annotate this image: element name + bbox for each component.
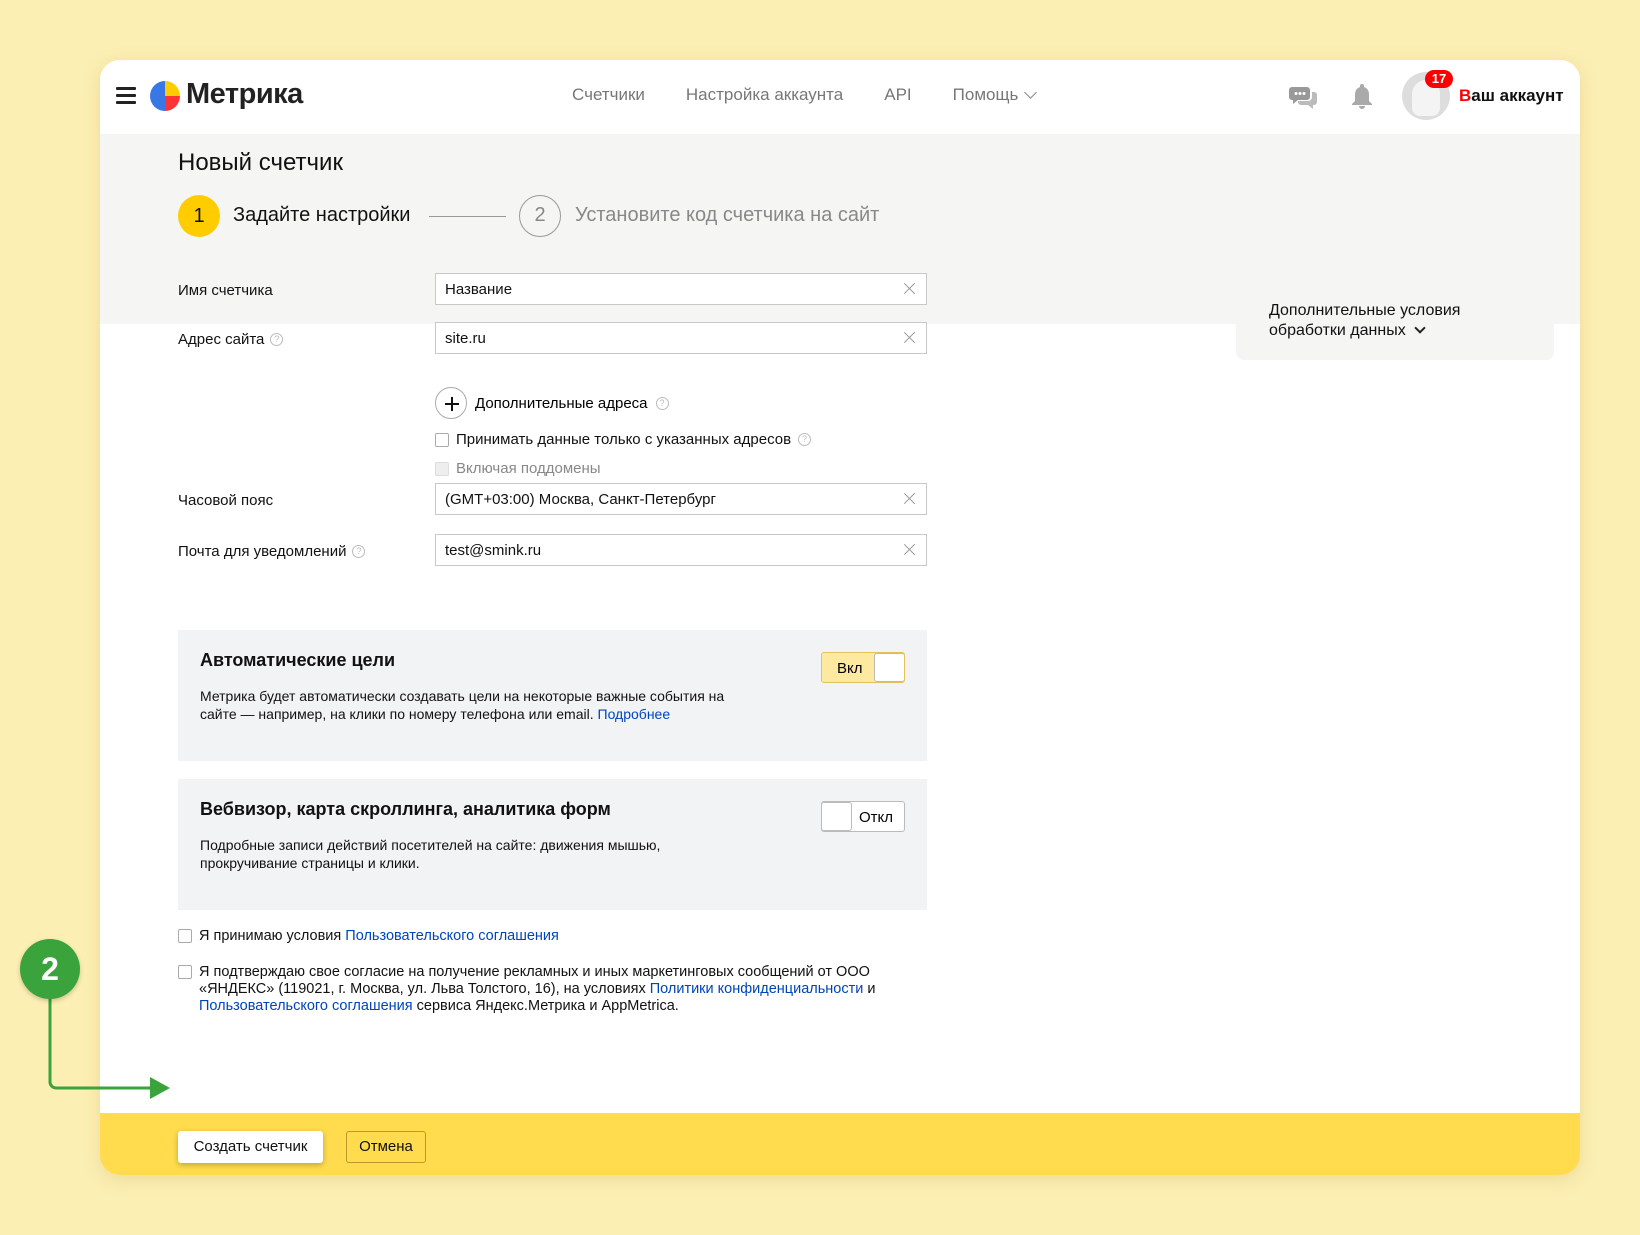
- email-label-text: Почта для уведомлений: [178, 543, 347, 560]
- chevron-down-icon: [1024, 86, 1038, 99]
- webvisor-title: Вебвизор, карта скроллинга, аналитика фо…: [200, 799, 611, 819]
- ads-consent-row[interactable]: Я подтверждаю свое согласие на получение…: [178, 964, 898, 1015]
- user-agreement-link[interactable]: Пользовательского соглашения: [345, 928, 559, 944]
- chevron-down-icon: [1414, 322, 1426, 334]
- site-address-value: site.ru: [445, 330, 486, 347]
- form-footer: Создать счетчик Отмена: [100, 1113, 1580, 1175]
- only-specified-checkbox[interactable]: [435, 432, 449, 447]
- bell-icon[interactable]: [1350, 82, 1374, 110]
- clear-icon[interactable]: [903, 330, 917, 344]
- email-value: test@smink.ru: [445, 542, 542, 559]
- timezone-input[interactable]: (GMT+03:00) Москва, Санкт-Петербург: [435, 483, 927, 515]
- menu-icon[interactable]: [116, 87, 136, 105]
- help-icon[interactable]: ?: [798, 433, 812, 446]
- webvisor-section: Вебвизор, карта скроллинга, аналитика фо…: [178, 779, 927, 910]
- extra-data-conditions[interactable]: Дополнительные условия обработки данных: [1236, 286, 1554, 360]
- auto-goals-description: Метрика будет автоматически создавать це…: [200, 687, 760, 723]
- counter-name-input[interactable]: Название: [435, 273, 927, 305]
- create-counter-button[interactable]: Создать счетчик: [178, 1131, 323, 1163]
- step-divider: [429, 216, 506, 217]
- auto-goals-title: Автоматические цели: [200, 650, 396, 670]
- extra-conditions-line2: обработки данных: [1269, 322, 1406, 339]
- logo-text[interactable]: Метрика: [186, 78, 303, 111]
- more-link[interactable]: Подробнее: [598, 706, 671, 722]
- account-name[interactable]: Ваш аккаунт: [1459, 86, 1564, 106]
- timezone-label-text: Часовой пояс: [178, 492, 274, 509]
- toggle-knob: [874, 653, 904, 682]
- webvisor-toggle-label: Откл: [858, 809, 893, 826]
- step-1-label: Задайте настройки: [233, 204, 411, 226]
- metrika-logo-icon: [150, 81, 180, 111]
- cancel-button[interactable]: Отмена: [346, 1131, 426, 1163]
- terms-checkbox[interactable]: [178, 929, 192, 943]
- include-subdomains-checkbox: [435, 461, 449, 476]
- terms-consent-row[interactable]: Я принимаю условия Пользовательского сог…: [178, 928, 559, 945]
- include-subdomains-row: Включая поддомены: [435, 460, 601, 477]
- extra-conditions-line2-row: обработки данных: [1269, 321, 1521, 341]
- auto-goals-section: Автоматические цели Метрика будет автома…: [178, 630, 927, 761]
- account-first-letter: В: [1459, 86, 1472, 105]
- nav-help[interactable]: Помощь: [952, 85, 1038, 105]
- site-address-label-text: Адрес сайта: [178, 331, 265, 348]
- notification-badge: 17: [1425, 70, 1453, 88]
- step-2-indicator: 2: [519, 195, 561, 237]
- help-icon[interactable]: ?: [655, 396, 669, 410]
- add-addresses-label[interactable]: Дополнительные адреса: [475, 395, 648, 412]
- site-address-input[interactable]: site.ru: [435, 322, 927, 354]
- nav-counters[interactable]: Счетчики: [572, 85, 645, 105]
- step-marker: 2: [20, 939, 80, 999]
- top-bar: Метрика Счетчики Настройка аккаунта API …: [100, 60, 1580, 134]
- site-address-label: Адрес сайта?: [178, 331, 284, 348]
- webvisor-description: Подробные записи действий посетителей на…: [200, 837, 661, 871]
- help-icon[interactable]: ?: [270, 333, 284, 346]
- terms-consent-text: Я принимаю условия Пользовательского сог…: [199, 928, 559, 945]
- email-label: Почта для уведомлений?: [178, 543, 366, 560]
- and-text: и: [863, 981, 876, 997]
- toggle-knob: [822, 802, 852, 831]
- extra-conditions-line1: Дополнительные условия: [1269, 302, 1461, 319]
- include-subdomains-label: Включая поддомены: [456, 460, 601, 477]
- plus-icon[interactable]: [435, 387, 467, 419]
- webvisor-toggle[interactable]: Откл: [821, 801, 905, 832]
- email-input[interactable]: test@smink.ru: [435, 534, 927, 566]
- add-addresses-row[interactable]: Дополнительные адреса ?: [435, 387, 669, 419]
- privacy-policy-link[interactable]: Политики конфиденциальности: [650, 981, 864, 997]
- ads-consent-text: Я подтверждаю свое согласие на получение…: [199, 964, 898, 1015]
- nav-help-label: Помощь: [952, 85, 1019, 104]
- timezone-value: (GMT+03:00) Москва, Санкт-Петербург: [445, 491, 716, 508]
- timezone-label: Часовой пояс: [178, 492, 273, 509]
- main-nav: Счетчики Настройка аккаунта API Помощь: [572, 85, 1076, 105]
- step-2-label: Установите код счетчика на сайт: [575, 204, 880, 226]
- account-rest: аш аккаунт: [1471, 86, 1564, 105]
- auto-goals-toggle-label: Вкл: [837, 660, 863, 677]
- counter-name-label: Имя счетчика: [178, 282, 273, 299]
- step-1-indicator: 1: [178, 195, 220, 237]
- metrika-window: Метрика Счетчики Настройка аккаунта API …: [100, 60, 1580, 1175]
- user-agreement-link-2[interactable]: Пользовательского соглашения: [199, 998, 413, 1014]
- clear-icon[interactable]: [903, 281, 917, 295]
- auto-goals-toggle[interactable]: Вкл: [821, 652, 905, 683]
- ads-consent-checkbox[interactable]: [178, 965, 192, 979]
- clear-icon[interactable]: [903, 542, 917, 556]
- ads-suffix: сервиса Яндекс.Метрика и AppMetrica.: [412, 998, 679, 1014]
- nav-api[interactable]: API: [884, 85, 911, 105]
- clear-icon[interactable]: [903, 491, 917, 505]
- counter-name-value: Название: [445, 281, 513, 298]
- chat-icon[interactable]: [1288, 84, 1318, 110]
- counter-name-label-text: Имя счетчика: [178, 282, 273, 299]
- nav-account-settings[interactable]: Настройка аккаунта: [686, 85, 843, 105]
- help-icon[interactable]: ?: [352, 545, 366, 558]
- page-title: Новый счетчик: [178, 149, 343, 176]
- only-specified-row[interactable]: Принимать данные только с указанных адре…: [435, 431, 812, 448]
- terms-prefix: Я принимаю условия: [199, 928, 346, 944]
- only-specified-label[interactable]: Принимать данные только с указанных адре…: [456, 431, 791, 448]
